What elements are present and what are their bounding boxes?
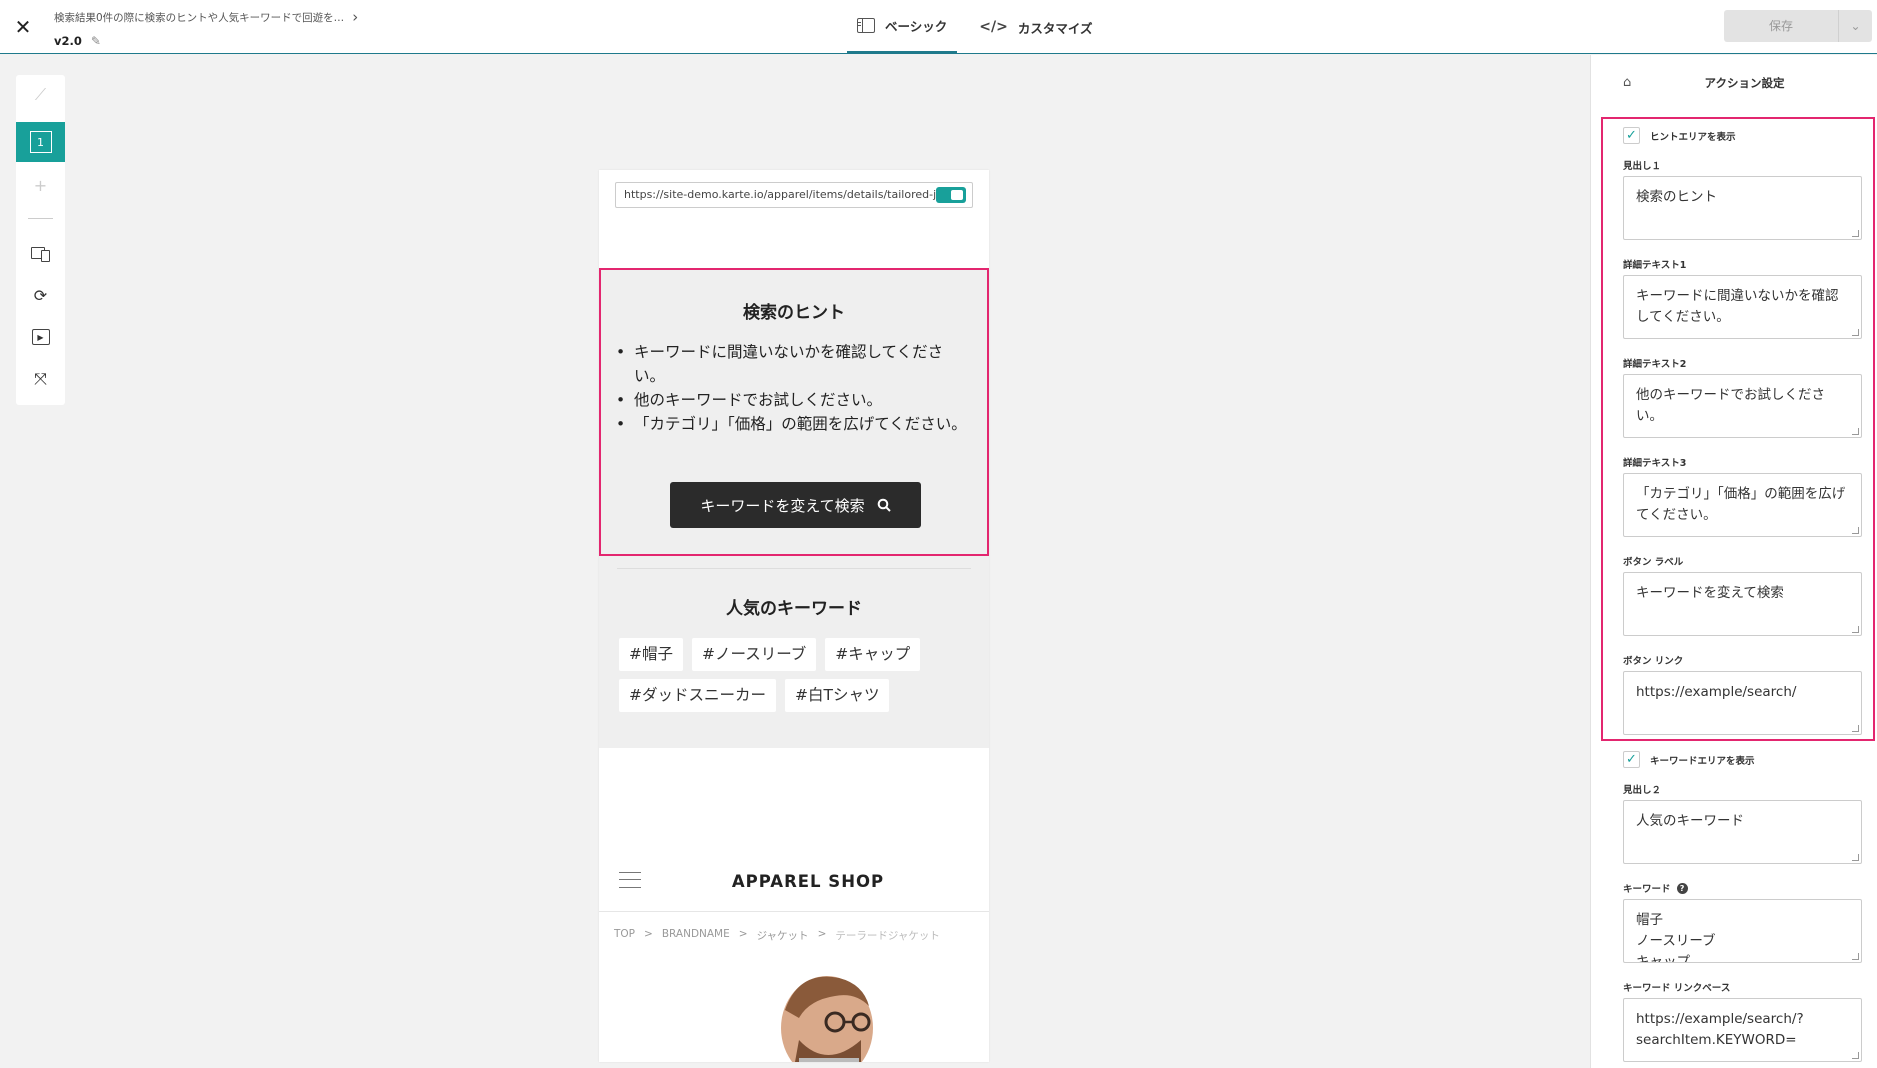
button-link-field[interactable]: https://example/search/	[1623, 671, 1862, 735]
keyword-tag[interactable]: #キャップ	[825, 638, 921, 671]
keyword-tag[interactable]: #ダッドスニーカー	[619, 679, 776, 712]
settings-panel: ⌂ アクション設定 ✓ ヒントエリアを表示 見出し１ 検索のヒント 詳細テキスト…	[1590, 55, 1877, 1068]
campaign-title-block: 検索結果0件の際に検索のヒントや人気キーワードで回遊を… › v2.0 ✎	[54, 8, 358, 48]
button-label-field[interactable]: キーワードを変えて検索	[1623, 572, 1862, 636]
expand-icon: ⤧	[34, 369, 47, 388]
play-icon: ▶	[31, 329, 50, 345]
hint-item: キーワードに間違いないかを確認してください。	[616, 340, 974, 388]
hint-list: キーワードに間違いないかを確認してください。 他のキーワードでお試しください。 …	[616, 340, 974, 436]
show-hint-row: ✓ ヒントエリアを表示	[1623, 127, 1736, 144]
layout-icon	[857, 18, 875, 33]
save-button[interactable]: 保存	[1724, 10, 1838, 42]
keywords-label: キーワード	[1623, 884, 1671, 895]
hint-item: 他のキーワードでお試しください。	[616, 388, 974, 412]
breadcrumb-category[interactable]: ジャケット	[757, 928, 809, 943]
change-keyword-search-button[interactable]: キーワードを変えて検索	[670, 482, 921, 528]
detail2-field[interactable]: 他のキーワードでお試しください。	[1623, 374, 1862, 438]
hint-area: 検索のヒント キーワードに間違いないかを確認してください。 他のキーワードでお試…	[599, 268, 989, 556]
keyword-tag[interactable]: #帽子	[619, 638, 683, 671]
detail3-field[interactable]: 「カテゴリ」「価格」の範囲を広げてください。	[1623, 473, 1862, 537]
device-switch-button[interactable]	[16, 234, 65, 274]
chevron-down-icon[interactable]: ⌄	[1838, 10, 1872, 42]
breadcrumb-separator: >	[738, 928, 748, 940]
fullscreen-button[interactable]: ⤧	[16, 359, 65, 399]
version-row: v2.0 ✎	[54, 34, 358, 48]
hint-item: 「カテゴリ」「価格」の範囲を広げてください。	[616, 412, 974, 436]
show-keyword-checkbox[interactable]: ✓	[1623, 751, 1640, 768]
code-icon: </>	[979, 19, 1008, 35]
tab-customize[interactable]: </> カスタマイズ	[969, 0, 1102, 54]
keywords-label-row: キーワード ?	[1623, 881, 1688, 895]
settings-header: ⌂ アクション設定	[1591, 55, 1877, 107]
keyword-tags: #帽子 #ノースリーブ #キャップ #ダッドスニーカー #白Tシャツ	[619, 638, 969, 712]
hint-button-label: キーワードを変えて検索	[700, 496, 865, 515]
search-icon	[877, 498, 891, 512]
heading2-field[interactable]: 人気のキーワード	[1623, 800, 1862, 864]
keyword-link-label: キーワード リンクベース	[1623, 983, 1731, 994]
show-hint-checkbox[interactable]: ✓	[1623, 127, 1640, 144]
preview-url: https://site-demo.karte.io/apparel/items…	[624, 188, 966, 201]
pencil-icon[interactable]: ✎	[91, 34, 101, 48]
help-icon[interactable]: ?	[1676, 882, 1688, 894]
left-toolbar: ⟋ 1 + ⟳ ▶ ⤧	[16, 75, 65, 405]
show-keyword-label: キーワードエリアを表示	[1650, 755, 1755, 767]
heading1-field[interactable]: 検索のヒント	[1623, 176, 1862, 240]
breadcrumb-brand[interactable]: BRANDNAME	[662, 928, 730, 943]
keyword-area: 人気のキーワード #帽子 #ノースリーブ #キャップ #ダッドスニーカー #白T…	[599, 556, 989, 748]
close-icon[interactable]: ✕	[10, 14, 36, 40]
campaign-title[interactable]: 検索結果0件の際に検索のヒントや人気キーワードで回遊を… ›	[54, 8, 358, 26]
button-label-label: ボタン ラベル	[1623, 557, 1684, 568]
no-page-icon: ⟋	[34, 85, 47, 104]
heading2-label: 見出し２	[1623, 785, 1662, 796]
keyword-link-field[interactable]: https://example/search/?searchItem.KEYWO…	[1623, 998, 1862, 1062]
breadcrumb-separator: >	[644, 928, 653, 940]
rotate-icon: ⟳	[33, 285, 48, 305]
hint-title: 検索のヒント	[743, 303, 845, 323]
settings-title: アクション設定	[1704, 76, 1785, 90]
rotate-button[interactable]: ⟳	[16, 275, 65, 315]
top-bar: ✕ 検索結果0件の際に検索のヒントや人気キーワードで回遊を… › v2.0 ✎ …	[0, 0, 1877, 54]
detail3-label: 詳細テキスト3	[1623, 458, 1687, 469]
page-1-button[interactable]: 1	[16, 122, 65, 162]
save-button-group: 保存 ⌄	[1724, 10, 1872, 42]
breadcrumb-top[interactable]: TOP	[614, 928, 635, 943]
add-page-button[interactable]: +	[16, 165, 65, 205]
show-hint-label: ヒントエリアを表示	[1650, 131, 1736, 143]
version-label: v2.0	[54, 34, 82, 48]
tab-basic-label: ベーシック	[885, 19, 948, 34]
breadcrumb-current: テーラードジャケット	[835, 930, 940, 942]
tab-basic[interactable]: ベーシック	[847, 0, 958, 54]
keyword-divider	[617, 568, 971, 569]
tab-customize-label: カスタマイズ	[1017, 20, 1093, 36]
page-number: 1	[29, 131, 52, 153]
keyword-title: 人気のキーワード	[726, 599, 862, 619]
preview-play-button[interactable]: ▶	[16, 317, 65, 357]
editor-tabs: ベーシック </> カスタマイズ	[847, 0, 1102, 54]
button-link-label: ボタン リンク	[1623, 656, 1684, 667]
breadcrumb-separator: >	[817, 928, 827, 940]
heading1-label: 見出し１	[1623, 161, 1662, 172]
show-keyword-row: ✓ キーワードエリアを表示	[1623, 751, 1755, 768]
device-preview: https://site-demo.karte.io/apparel/items…	[599, 170, 989, 1062]
preview-url-bar[interactable]: https://site-demo.karte.io/apparel/items…	[615, 182, 973, 208]
chevron-right-icon[interactable]: ›	[352, 8, 358, 26]
detail1-label: 詳細テキスト1	[1623, 260, 1687, 271]
campaign-title-text: 検索結果0件の際に検索のヒントや人気キーワードで回遊を…	[54, 11, 345, 24]
product-photo	[781, 976, 873, 1062]
keywords-field[interactable]: 帽子 ノースリーブ キャップ	[1623, 899, 1862, 963]
detail1-field[interactable]: キーワードに間違いないかを確認してください。	[1623, 275, 1862, 339]
url-toggle[interactable]	[936, 187, 966, 203]
breadcrumb: TOP > BRANDNAME > ジャケット > テーラードジャケット	[614, 928, 940, 943]
keyword-tag[interactable]: #白Tシャツ	[785, 679, 890, 712]
toolbar-divider	[28, 218, 53, 219]
devices-icon	[30, 247, 51, 262]
shop-header: APPAREL SHOP	[599, 856, 989, 912]
detail2-label: 詳細テキスト2	[1623, 359, 1687, 370]
shop-logo[interactable]: APPAREL SHOP	[599, 872, 989, 891]
keyword-tag[interactable]: #ノースリーブ	[692, 638, 817, 671]
